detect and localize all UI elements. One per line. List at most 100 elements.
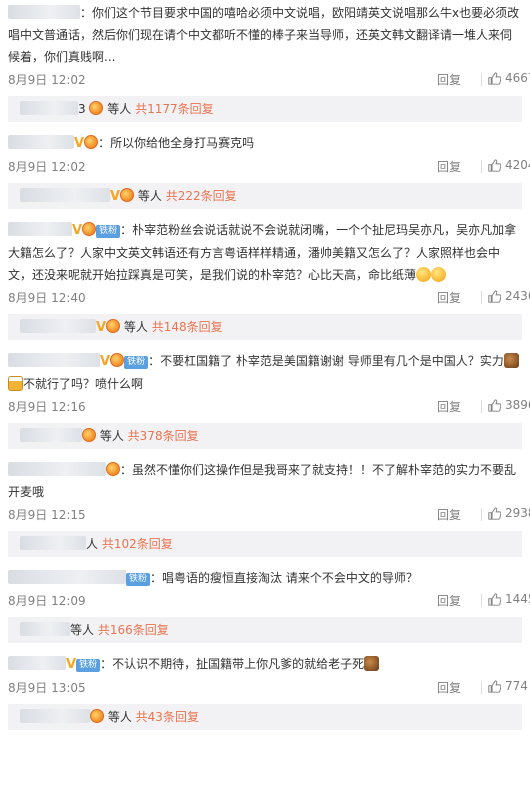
member-badge-icon — [120, 188, 135, 202]
member-badge-icon — [106, 462, 120, 476]
muscle-emoji-icon — [503, 353, 519, 368]
verified-v-icon: V — [72, 223, 83, 238]
reply-button[interactable]: 回复 — [437, 71, 461, 88]
username-blurred[interactable] — [8, 5, 80, 19]
verified-v-icon: V — [96, 320, 107, 335]
comment-meta: 8月9日 12:02 回复 4204 — [8, 155, 530, 177]
thumb-up-icon — [488, 289, 501, 303]
comment-item: V 铁粉 ：不认识不期待，扯国籍带上你凡爹的就给老子死 8月9日 13:05 回复 … — [0, 649, 530, 730]
comment-time: 8月9日 12:16 — [8, 400, 86, 414]
thumb-up-icon — [488, 398, 501, 412]
like-count: 1445 — [505, 592, 530, 606]
divider — [481, 508, 482, 521]
thumb-up-icon — [488, 71, 501, 85]
reply-button[interactable]: 回复 — [437, 398, 461, 415]
comment-text-2: 不就行了吗？喷什么啊 — [23, 377, 144, 391]
divider — [481, 681, 482, 694]
reply-summary[interactable]: 人 共102条回复 — [8, 531, 522, 557]
comment-text: 唱粤语的瘦恒直接淘汰 请来个不会中文的导师？ — [162, 571, 418, 585]
reply-count-link[interactable]: 共43条回复 — [136, 710, 199, 724]
face-emoji-icon — [364, 656, 380, 671]
divider — [481, 594, 482, 607]
laughing-emoji-icon — [431, 267, 447, 282]
reply-summary[interactable]: 等人 共378条回复 — [8, 423, 522, 449]
comment-meta: 8月9日 13:05 回复 774 — [8, 676, 528, 698]
beer-emoji-icon — [8, 376, 23, 391]
thumb-up-icon — [488, 158, 501, 172]
verified-v-icon: V — [110, 189, 121, 204]
reply-button[interactable]: 回复 — [437, 592, 461, 609]
username-blurred — [20, 188, 110, 202]
thumb-up-icon — [488, 679, 501, 693]
reply-button[interactable]: 回复 — [437, 679, 461, 696]
like-button[interactable]: 1445 — [488, 592, 530, 606]
fan-tag: 铁粉 — [126, 573, 151, 586]
verified-v-icon: V — [74, 136, 85, 151]
reply-count-link[interactable]: 共378条回复 — [128, 429, 199, 443]
like-count: 774 — [505, 679, 528, 693]
comment-text: 不要杠国籍了 朴宰范是美国籍谢谢 导师里有几个是中国人？实力 — [160, 354, 504, 368]
reply-summary[interactable]: V 等人 共222条回复 — [8, 183, 522, 209]
reply-button[interactable]: 回复 — [437, 506, 461, 523]
comment-time: 8月9日 12:15 — [8, 508, 86, 522]
like-button[interactable]: 774 — [488, 679, 528, 693]
reply-count-link[interactable]: 共1177条回复 — [135, 102, 214, 116]
reply-summary[interactable]: 等人 共166条回复 — [8, 617, 522, 643]
reply-summary[interactable]: 等人 共43条回复 — [8, 704, 522, 730]
comment-item: V 铁粉 ：朴宰范粉丝会说话就说不会说就闭嘴，一个个扯尼玛吴亦凡，吴亦凡加拿大籍怎么… — [0, 215, 530, 340]
like-count: 2436 — [505, 289, 530, 303]
comment-text: 所以你给他全身打马赛克吗 — [110, 136, 255, 150]
comment-time: 8月9日 12:02 — [8, 160, 86, 174]
username-blurred[interactable] — [8, 656, 66, 670]
comment-item: ：虽然不懂你们这操作但是我哥来了就支持！！不了解朴宰范的实力不要乱开麦哦 8月9… — [0, 455, 530, 557]
thumb-up-icon — [488, 506, 501, 520]
username-blurred[interactable] — [8, 570, 126, 584]
username-blurred — [20, 319, 96, 333]
reply-button[interactable]: 回复 — [437, 289, 461, 306]
username-blurred[interactable] — [8, 353, 100, 367]
reply-count-link[interactable]: 共148条回复 — [152, 320, 223, 334]
comment-time: 8月9日 12:02 — [8, 73, 86, 87]
comment-item: V：所以你给他全身打马赛克吗 8月9日 12:02 回复 4204 V 等人 共… — [0, 128, 530, 209]
comment-item: V 铁粉 ：不要杠国籍了 朴宰范是美国籍谢谢 导师里有几个是中国人？实力 不就行了吗？… — [0, 346, 530, 449]
like-count: 2938 — [505, 506, 530, 520]
like-button[interactable]: 2436 — [488, 289, 530, 303]
comment-time: 8月9日 12:09 — [8, 594, 86, 608]
comment-meta: 8月9日 12:02 回复 4667 — [8, 68, 530, 90]
fan-tag: 铁粉 — [124, 356, 149, 369]
comment-meta: 8月9日 12:09 回复 1445 — [8, 589, 530, 611]
member-badge-icon — [89, 101, 104, 115]
reply-button[interactable]: 回复 — [437, 158, 461, 175]
comment-meta: 8月9日 12:40 回复 2436 — [8, 286, 530, 308]
reply-count-link[interactable]: 共102条回复 — [102, 537, 173, 551]
divider — [481, 160, 482, 173]
reply-count-link[interactable]: 共166条回复 — [98, 623, 169, 637]
username-blurred — [20, 101, 78, 115]
thumb-up-icon — [488, 592, 501, 606]
like-button[interactable]: 4667 — [488, 71, 530, 85]
like-button[interactable]: 3896 — [488, 398, 530, 412]
laughing-emoji-icon — [416, 267, 432, 282]
member-badge-icon — [82, 222, 97, 236]
like-button[interactable]: 2938 — [488, 506, 530, 520]
comment-meta: 8月9日 12:16 回复 3896 — [8, 395, 530, 417]
comment-item: ：你们这个节目要求中国的嘻哈必须中文说唱，欧阳靖英文说唱那么牛x也要必须改唱中文… — [0, 0, 530, 122]
like-button[interactable]: 4204 — [488, 158, 530, 172]
username-blurred — [20, 622, 70, 636]
like-count: 3896 — [505, 398, 530, 412]
verified-v-icon: V — [100, 354, 111, 369]
comment-text: 不认识不期待，扯国籍带上你凡爹的就给老子死 — [112, 657, 365, 671]
username-blurred[interactable] — [8, 135, 74, 149]
like-count: 4667 — [505, 71, 530, 85]
reply-count-link[interactable]: 共222条回复 — [166, 189, 237, 203]
comment-feed: ：你们这个节目要求中国的嘻哈必须中文说唱，欧阳靖英文说唱那么牛x也要必须改唱中文… — [0, 0, 530, 791]
comment-time: 8月9日 13:05 — [8, 681, 86, 695]
divider — [481, 73, 482, 86]
reply-summary[interactable]: V 等人 共148条回复 — [8, 314, 522, 340]
username-blurred[interactable] — [8, 462, 106, 476]
like-count: 4204 — [505, 158, 530, 172]
username-blurred[interactable] — [8, 222, 72, 236]
member-badge-icon — [106, 319, 121, 333]
comment-time: 8月9日 12:40 — [8, 291, 86, 305]
reply-summary[interactable]: 3 等人 共1177条回复 — [8, 96, 522, 122]
